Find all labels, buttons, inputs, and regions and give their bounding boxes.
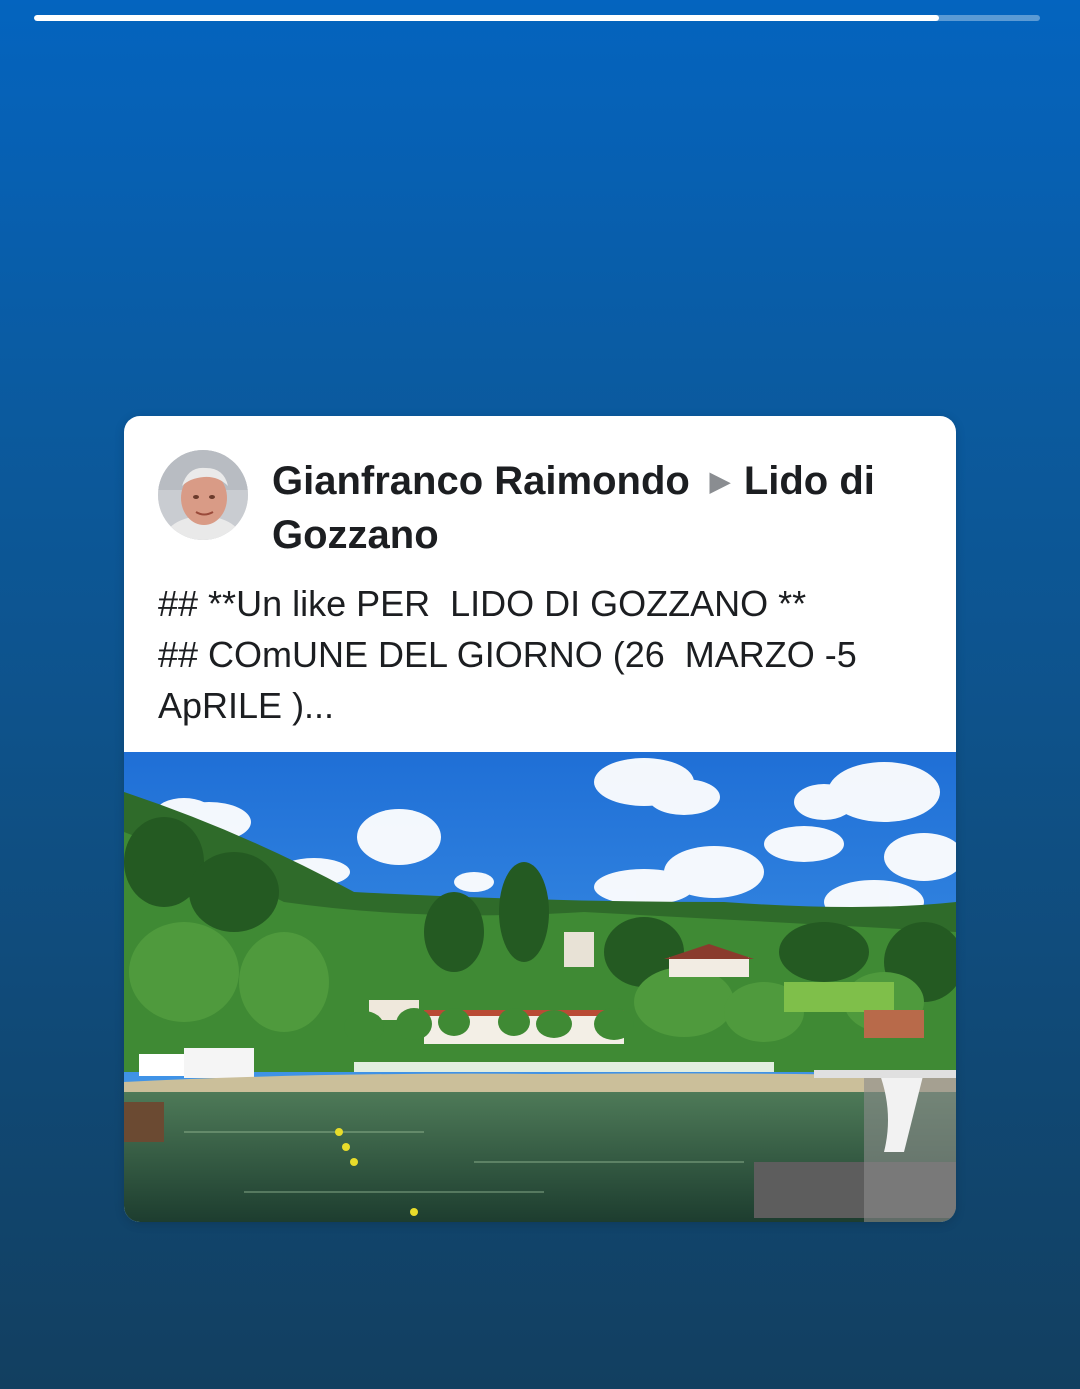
author-avatar[interactable] <box>158 450 248 540</box>
shared-post-card[interactable]: Gianfranco Raimondo ▶ Lido di Gozzano ## *… <box>124 416 956 1222</box>
triangle-right-icon: ▶ <box>709 466 730 496</box>
avatar-photo <box>158 450 248 540</box>
story-progress-fill <box>34 15 940 21</box>
story-progress-bar <box>34 15 1040 21</box>
post-body-text[interactable]: ## **Un like PER LIDO DI GOZZANO ** ## C… <box>158 578 928 731</box>
author-name-link[interactable]: Gianfranco Raimondo <box>272 459 690 503</box>
post-photo[interactable] <box>124 752 956 1222</box>
post-header: Gianfranco Raimondo ▶ Lido di Gozzano <box>272 454 912 562</box>
lake-beach-image <box>124 752 956 1222</box>
